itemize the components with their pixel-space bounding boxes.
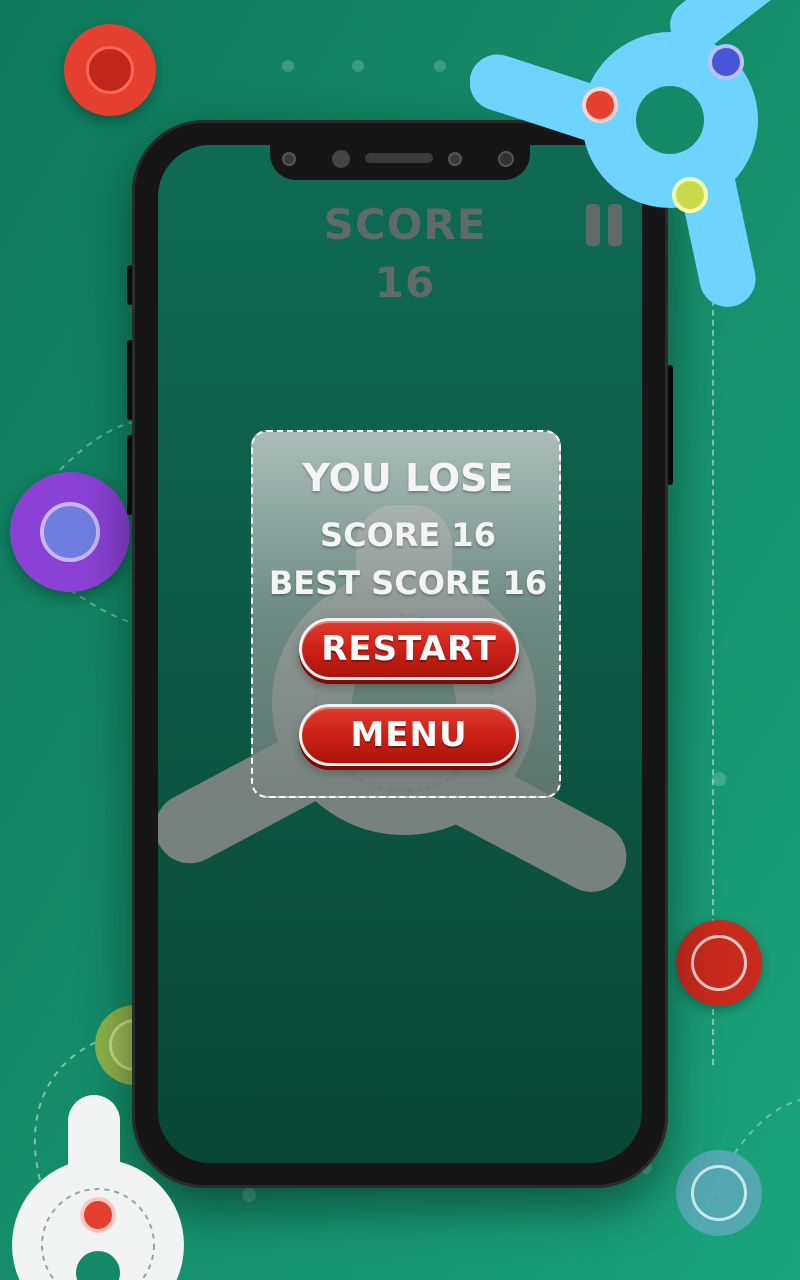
- game-over-dialog: YOU LOSE SCORE 16 BEST SCORE 16 RESTART …: [251, 430, 561, 798]
- menu-button[interactable]: MENU: [299, 704, 519, 766]
- dialog-title: YOU LOSE: [302, 456, 514, 500]
- restart-button[interactable]: RESTART: [299, 618, 519, 680]
- fidget-spinner-icon: [12, 1095, 184, 1280]
- dialog-score: SCORE 16: [320, 516, 496, 554]
- dialog-best-score: BEST SCORE 16: [268, 564, 548, 602]
- fidget-spinner-icon: [470, 0, 800, 307]
- purple-ring-icon: [10, 472, 130, 592]
- red-ring-icon: [676, 920, 762, 1006]
- red-ring-icon: [64, 24, 156, 116]
- blue-ring-icon: [676, 1150, 762, 1236]
